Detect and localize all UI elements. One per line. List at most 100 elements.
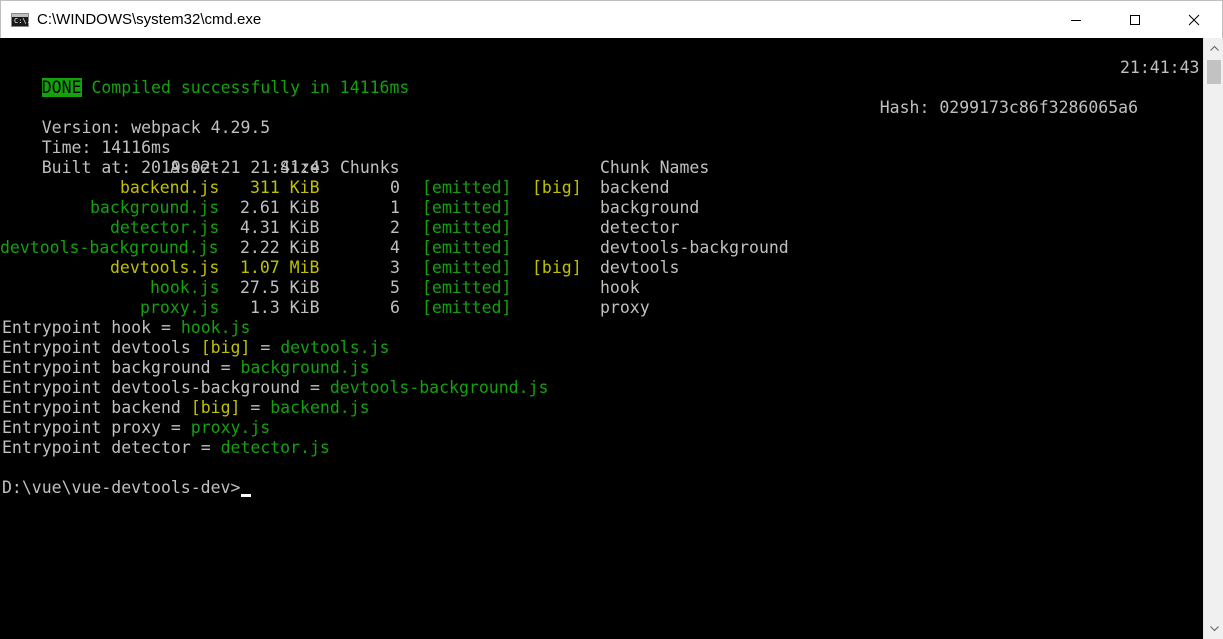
header-chunks: Chunks	[340, 158, 400, 177]
asset-chunk-name: detector	[600, 218, 680, 237]
asset-chunk-name: background	[600, 198, 700, 217]
scroll-thumb[interactable]	[1207, 60, 1221, 84]
maximize-icon	[1130, 15, 1140, 25]
compiled-message: Compiled successfully in 14116ms	[91, 78, 410, 97]
asset-emitted: [emitted]	[422, 298, 512, 317]
asset-size: 27.5 KiB	[240, 278, 320, 297]
entrypoint-label: Entrypoint	[2, 398, 102, 417]
chevron-up-icon	[1209, 45, 1219, 51]
asset-name: hook.js	[150, 278, 220, 297]
scroll-down-button[interactable]	[1204, 619, 1223, 639]
scroll-up-button[interactable]	[1204, 38, 1223, 58]
asset-name: devtools.js	[110, 258, 220, 277]
entrypoint-line: Entrypoint detector = detector.js	[2, 438, 330, 458]
entrypoint-line: Entrypoint hook = hook.js	[2, 318, 250, 338]
asset-chunk-name: hook	[600, 278, 640, 297]
entrypoint-equals: =	[160, 318, 171, 337]
entrypoint-name: devtools	[111, 338, 191, 357]
entrypoint-file: backend.js	[270, 398, 370, 417]
asset-chunks: 2	[390, 218, 400, 237]
asset-emitted: [emitted]	[422, 218, 512, 237]
done-line: DONE Compiled successfully in 14116ms	[2, 58, 409, 97]
asset-emitted: [emitted]	[422, 198, 512, 217]
asset-size: 1.3 KiB	[250, 298, 320, 317]
entrypoint-name: detector	[111, 438, 191, 457]
entrypoint-equals: =	[309, 378, 320, 397]
entrypoint-equals: =	[260, 338, 271, 357]
entrypoint-file: devtools.js	[280, 338, 390, 357]
entrypoint-label: Entrypoint	[2, 358, 102, 377]
entrypoint-label: Entrypoint	[2, 378, 102, 397]
entrypoint-equals: =	[200, 438, 211, 457]
entrypoint-name: backend	[111, 398, 181, 417]
maximize-button[interactable]	[1105, 1, 1165, 39]
asset-chunks: 4	[390, 238, 400, 257]
asset-chunks: 5	[390, 278, 400, 297]
entrypoint-big-flag: [big]	[200, 338, 251, 357]
asset-emitted: [emitted]	[422, 278, 512, 297]
built-at-line: Built at: 2019-02-21 21:41:43	[2, 138, 330, 177]
asset-chunks: 0	[390, 178, 400, 197]
clock: 21:41:43	[1120, 58, 1200, 77]
version-line: Version: webpack 4.29.5	[2, 98, 271, 137]
asset-emitted: [emitted]	[422, 258, 512, 277]
window-title: C:\WINDOWS\system32\cmd.exe	[37, 11, 262, 28]
entrypoint-label: Entrypoint	[2, 318, 102, 337]
time-line: Time: 14116ms	[2, 118, 171, 157]
close-button[interactable]	[1164, 1, 1223, 39]
asset-size: 1.07 MiB	[240, 258, 320, 277]
entrypoint-line: Entrypoint devtools-background = devtool…	[2, 378, 548, 398]
entrypoint-equals: =	[170, 418, 181, 437]
vertical-scrollbar[interactable]	[1203, 38, 1223, 639]
asset-big-flag: [big]	[532, 178, 582, 197]
header-size: Size	[280, 158, 320, 177]
entrypoint-name: proxy	[111, 418, 161, 437]
asset-name: detector.js	[110, 218, 220, 237]
entrypoint-file: devtools-background.js	[329, 378, 549, 397]
asset-size: 2.22 KiB	[240, 238, 320, 257]
entrypoint-file: detector.js	[220, 438, 330, 457]
asset-name: proxy.js	[140, 298, 220, 317]
close-icon	[1188, 14, 1200, 26]
minimize-button[interactable]	[1046, 1, 1106, 39]
built-label: Built at:	[41, 158, 132, 177]
asset-chunks: 1	[390, 198, 400, 217]
entrypoint-line: Entrypoint devtools [big] = devtools.js	[2, 338, 389, 358]
asset-size: 4.31 KiB	[240, 218, 320, 237]
entrypoint-label: Entrypoint	[2, 438, 102, 457]
asset-emitted: [emitted]	[422, 238, 512, 257]
entrypoint-line: Entrypoint background = background.js	[2, 358, 370, 378]
asset-name: devtools-background.js	[0, 238, 219, 257]
entrypoint-equals: =	[250, 398, 261, 417]
asset-name: background.js	[90, 198, 220, 217]
hash-value: 0299173c86f3286065a6	[939, 98, 1139, 117]
header-chunk-names: Chunk Names	[600, 158, 710, 177]
asset-chunks: 3	[390, 258, 400, 277]
asset-emitted: [emitted]	[422, 178, 512, 197]
entrypoint-name: background	[111, 358, 211, 377]
entrypoint-name: devtools-background	[111, 378, 301, 397]
cmd-icon[interactable]: C:\.	[11, 13, 31, 27]
entrypoint-big-flag: [big]	[190, 398, 241, 417]
minimize-icon	[1071, 20, 1081, 21]
asset-chunks: 6	[390, 298, 400, 317]
entrypoint-file: hook.js	[180, 318, 251, 337]
entrypoint-name: hook	[111, 318, 152, 337]
entrypoint-line: Entrypoint backend [big] = backend.js	[2, 398, 370, 418]
hash-line: Hash: 0299173c86f3286065a6	[840, 78, 1138, 117]
title-bar[interactable]: C:\. C:\WINDOWS\system32\cmd.exe	[0, 0, 1223, 38]
asset-chunk-name: devtools-background	[600, 238, 789, 257]
chevron-down-icon	[1209, 626, 1219, 632]
asset-chunk-name: devtools	[600, 258, 680, 277]
entrypoint-label: Entrypoint	[2, 418, 102, 437]
hash-label: Hash:	[879, 98, 930, 117]
console-output[interactable]: DONE Compiled successfully in 14116ms 21…	[0, 38, 1203, 639]
entrypoint-equals: =	[220, 358, 231, 377]
text-cursor	[241, 494, 251, 497]
asset-size: 311 KiB	[250, 178, 320, 197]
cmd-icon-text: C:\.	[14, 17, 31, 25]
entrypoint-file: background.js	[240, 358, 370, 377]
asset-big-flag: [big]	[532, 258, 582, 277]
command-prompt[interactable]: D:\vue\vue-devtools-dev>	[2, 478, 240, 498]
entrypoint-file: proxy.js	[190, 418, 271, 437]
